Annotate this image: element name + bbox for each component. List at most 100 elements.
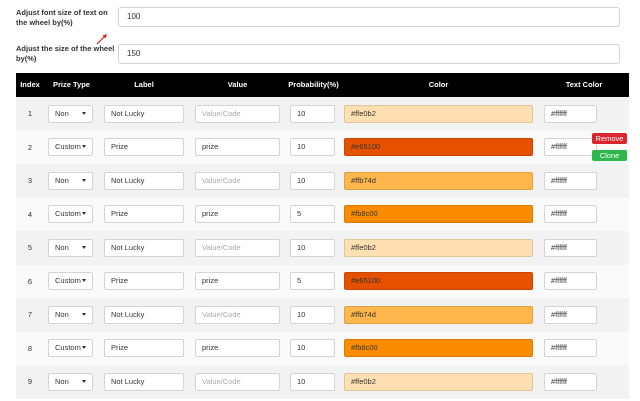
prize-type-select[interactable]: Non <box>48 305 93 324</box>
prize-type-select[interactable]: Non <box>48 171 93 190</box>
row-index: 4 <box>27 209 33 219</box>
chevron-down-icon <box>82 212 86 216</box>
prize-type-value: Custom <box>55 276 81 286</box>
value-input[interactable]: prize <box>195 272 280 291</box>
color-input[interactable]: #ffb74d <box>344 305 533 324</box>
row-index: 7 <box>27 310 33 320</box>
value-input[interactable]: Value/Code <box>195 171 280 190</box>
color-input[interactable]: #fb8c00 <box>344 205 533 224</box>
row-index: 2 <box>27 142 33 152</box>
prize-type-select[interactable]: Custom <box>48 205 93 224</box>
prize-type-select[interactable]: Custom <box>48 272 93 291</box>
color-input[interactable]: #ffe0b2 <box>344 372 533 391</box>
prize-type-select[interactable]: Custom <box>48 339 93 358</box>
probability-input[interactable]: 10 <box>290 339 335 358</box>
table-body: 1 Non Not Lucky Value/Code 10 #ffe0b2 #ffffff 2… <box>16 97 629 399</box>
table-row: 8 Custom Prize prize 10 #fb8c00 #ffffff <box>16 331 629 365</box>
header-text-color: Text Color <box>565 80 603 89</box>
color-input[interactable]: #e65100 <box>344 138 533 157</box>
probability-input[interactable]: 10 <box>290 372 335 391</box>
table-row: 5 Non Not Lucky Value/Code 10 #ffe0b2 #ffffff <box>16 231 629 265</box>
chevron-down-icon <box>82 312 86 316</box>
row-index: 5 <box>27 243 33 253</box>
color-input[interactable]: #e65100 <box>344 272 533 291</box>
value-input[interactable]: Value/Code <box>195 238 280 257</box>
label-input[interactable]: Not Lucky <box>104 305 184 324</box>
prize-type-value: Custom <box>55 209 81 219</box>
label-input[interactable]: Prize <box>104 138 184 157</box>
text-color-input[interactable]: #ffffff <box>544 339 597 358</box>
probability-input[interactable]: 10 <box>290 138 335 157</box>
table-row: 4 Custom Prize prize 5 #fb8c00 #ffffff <box>16 197 629 231</box>
row-index: 6 <box>27 276 33 286</box>
label-input[interactable]: Not Lucky <box>104 238 184 257</box>
probability-input[interactable]: 5 <box>290 272 335 291</box>
header-label: Label <box>134 80 154 89</box>
prize-type-select[interactable]: Custom <box>48 138 93 157</box>
label-input[interactable]: Not Lucky <box>104 104 184 123</box>
text-color-input[interactable]: #ffffff <box>544 205 597 224</box>
wheel-size-label: Adjust the size of the wheel by(%) <box>16 44 115 63</box>
label-input[interactable]: Prize <box>104 205 184 224</box>
prize-type-value: Non <box>55 108 69 118</box>
header-probability: Probability(%) <box>288 80 339 89</box>
header-value: Value <box>227 80 248 89</box>
prize-type-value: Non <box>55 376 69 386</box>
value-input[interactable]: Value/Code <box>195 372 280 391</box>
value-input[interactable]: Value/Code <box>195 305 280 324</box>
label-input[interactable]: Prize <box>104 339 184 358</box>
probability-input[interactable]: 10 <box>290 104 335 123</box>
value-input[interactable]: prize <box>195 339 280 358</box>
chevron-down-icon <box>82 145 86 149</box>
chevron-down-icon <box>82 279 86 283</box>
chevron-down-icon <box>82 245 86 249</box>
prize-type-value: Non <box>55 175 69 185</box>
header-index: Index <box>20 80 40 89</box>
table-row: 2 Custom Prize prize 10 #e65100 #ffffff <box>16 130 629 164</box>
prize-type-select[interactable]: Non <box>48 238 93 257</box>
row-index: 9 <box>27 377 33 387</box>
probability-input[interactable]: 5 <box>290 205 335 224</box>
chevron-down-icon <box>82 346 86 350</box>
label-input[interactable]: Not Lucky <box>104 372 184 391</box>
label-input[interactable]: Prize <box>104 272 184 291</box>
chevron-down-icon <box>82 379 86 383</box>
value-input[interactable]: prize <box>195 138 280 157</box>
row-index: 3 <box>27 176 33 186</box>
color-input[interactable]: #ffe0b2 <box>344 238 533 257</box>
wheel-size-input[interactable]: 150 <box>118 44 620 64</box>
text-color-input[interactable]: #ffffff <box>544 238 597 257</box>
chevron-down-icon <box>82 178 86 182</box>
text-color-input[interactable]: #ffffff <box>544 305 597 324</box>
text-color-input[interactable]: #ffffff <box>544 372 597 391</box>
table-row: 1 Non Not Lucky Value/Code 10 #ffe0b2 #ffffff <box>16 97 629 131</box>
text-color-input[interactable]: #ffffff <box>544 272 597 291</box>
color-input[interactable]: #fb8c00 <box>344 339 533 358</box>
probability-input[interactable]: 10 <box>290 305 335 324</box>
text-color-input[interactable]: #ffffff <box>544 138 597 157</box>
color-input[interactable]: #ffb74d <box>344 171 533 190</box>
label-input[interactable]: Not Lucky <box>104 171 184 190</box>
table-row: 7 Non Not Lucky Value/Code 10 #ffb74d #ffffff <box>16 298 629 332</box>
prize-type-select[interactable]: Non <box>48 104 93 123</box>
prize-type-select[interactable]: Non <box>48 372 93 391</box>
remove-button[interactable]: Remove <box>592 133 627 144</box>
text-color-input[interactable]: #ffffff <box>544 104 597 123</box>
prize-type-value: Custom <box>55 142 81 152</box>
value-input[interactable]: Value/Code <box>195 104 280 123</box>
prize-type-value: Non <box>55 242 69 252</box>
color-input[interactable]: #ffe0b2 <box>344 104 533 123</box>
value-input[interactable]: prize <box>195 205 280 224</box>
font-size-label: Adjust font size of text on the wheel by… <box>16 8 108 27</box>
font-size-input[interactable]: 100 <box>118 7 620 27</box>
probability-input[interactable]: 10 <box>290 171 335 190</box>
probability-input[interactable]: 10 <box>290 238 335 257</box>
table-row: 3 Non Not Lucky Value/Code 10 #ffb74d #ffffff <box>16 164 629 198</box>
row-index: 8 <box>27 343 33 353</box>
header-color: Color <box>428 80 449 89</box>
text-color-input[interactable]: #ffffff <box>544 171 597 190</box>
table-row: 9 Non Not Lucky Value/Code 10 #ffe0b2 #ffffff <box>16 365 629 399</box>
header-prize-type: Prize Type <box>53 80 90 89</box>
clone-button[interactable]: Clone <box>592 150 627 161</box>
prize-type-value: Non <box>55 309 69 319</box>
